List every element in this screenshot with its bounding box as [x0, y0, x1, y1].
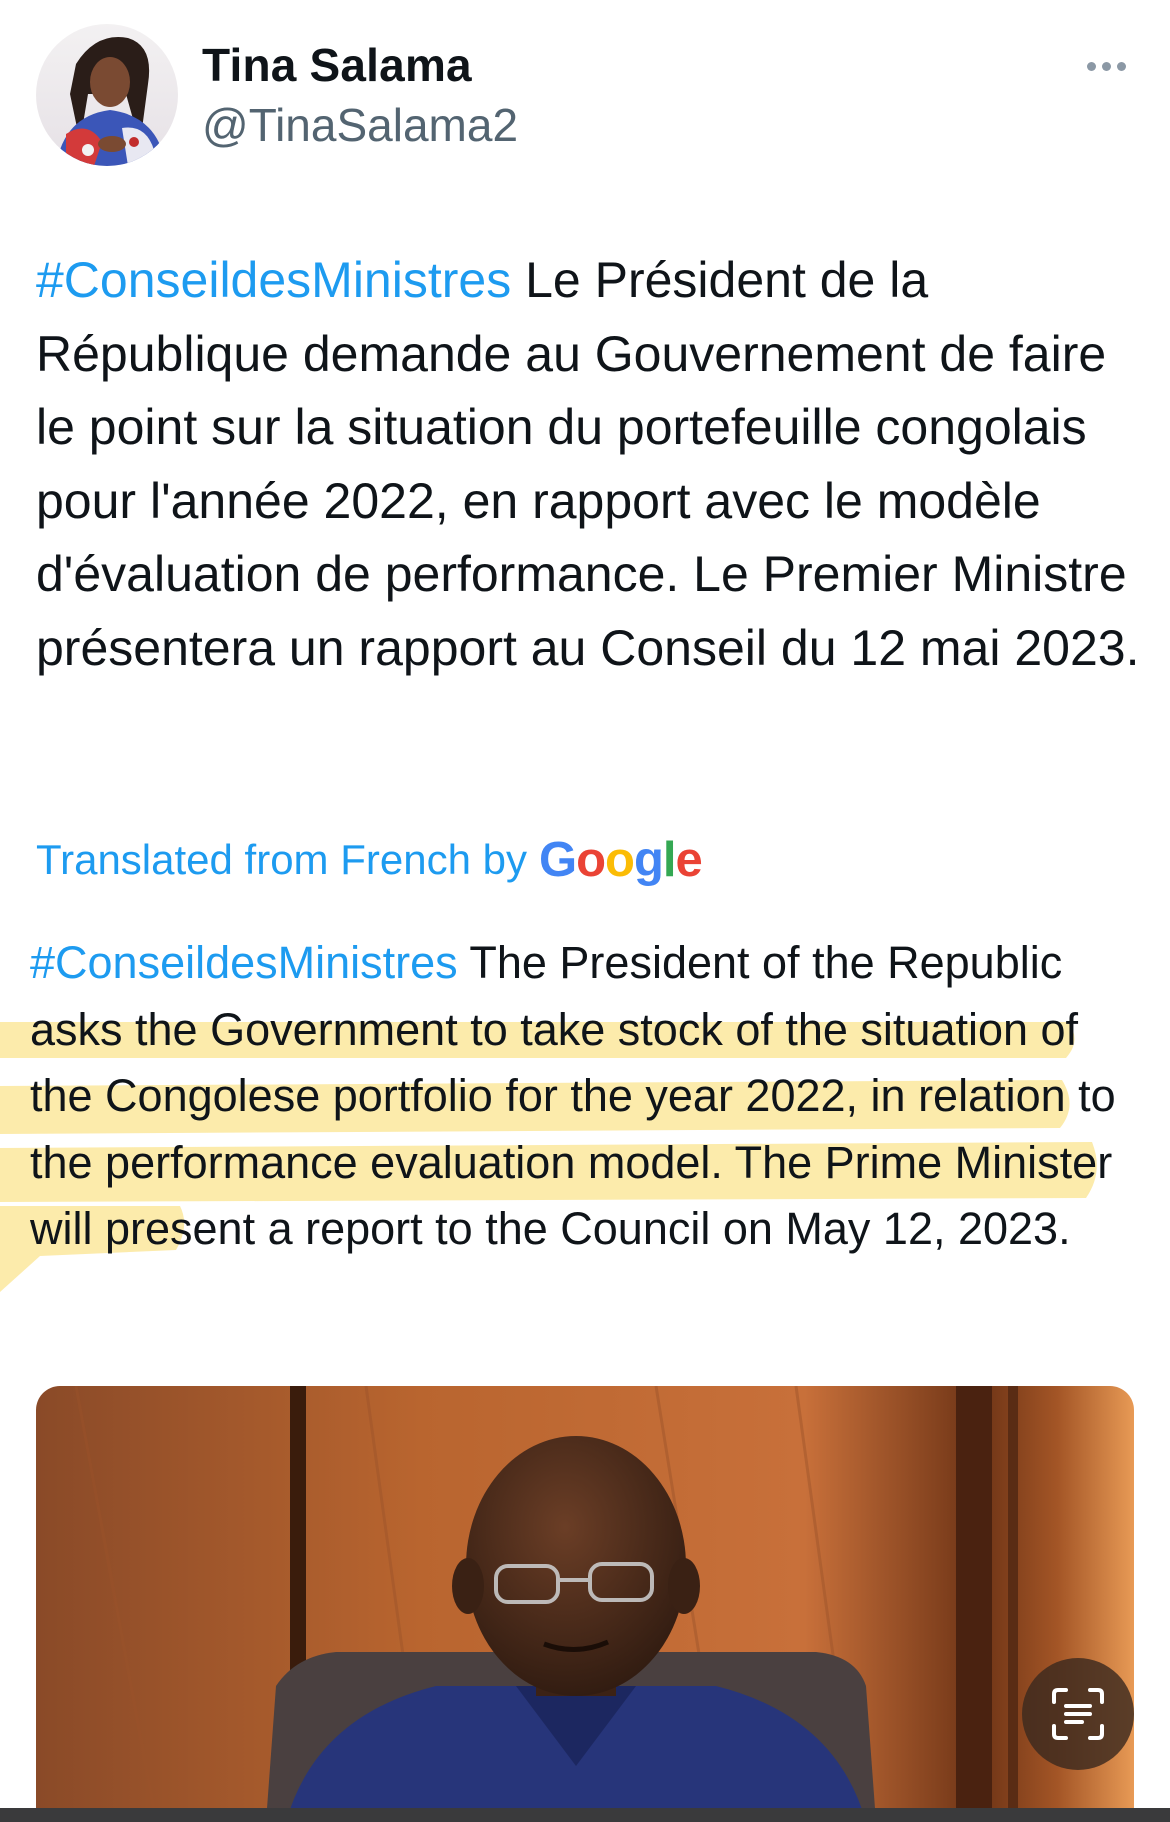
- more-horizontal-icon: [1086, 61, 1096, 71]
- hashtag-link[interactable]: #ConseildesMinistres: [36, 252, 511, 308]
- more-horizontal-icon-dot: [1116, 61, 1126, 71]
- live-text-scan-icon: [1052, 1688, 1104, 1740]
- more-horizontal-icon-dot: [1101, 61, 1111, 71]
- tweet-media-image[interactable]: [36, 1386, 1134, 1822]
- translated-from-label[interactable]: Translated from French by: [36, 836, 527, 884]
- bottom-divider: [0, 1808, 1170, 1822]
- avatar[interactable]: [36, 24, 178, 166]
- photo-man-seated-in-blue-suit-icon: [36, 1386, 1134, 1822]
- live-text-button[interactable]: [1022, 1658, 1134, 1770]
- translated-hashtag-link[interactable]: #ConseildesMinistres: [30, 937, 458, 988]
- profile-photo-icon: [36, 24, 178, 166]
- author-handle[interactable]: @TinaSalama2: [202, 98, 518, 152]
- tweet: Tina Salama @TinaSalama2 #ConseildesMini…: [0, 0, 1170, 1822]
- translation-attribution: Translated from French by Google: [36, 830, 703, 890]
- more-options-button[interactable]: [1076, 48, 1136, 84]
- original-body: Le Président de la République demande au…: [36, 252, 1140, 676]
- translation-block: #ConseildesMinistres The President of th…: [0, 930, 1170, 1330]
- tweet-translated-text: #ConseildesMinistres The President of th…: [30, 930, 1150, 1263]
- tweet-original-text: #ConseildesMinistres Le Président de la …: [36, 244, 1146, 685]
- google-logo: Google: [538, 833, 703, 887]
- author-display-name[interactable]: Tina Salama: [202, 38, 472, 92]
